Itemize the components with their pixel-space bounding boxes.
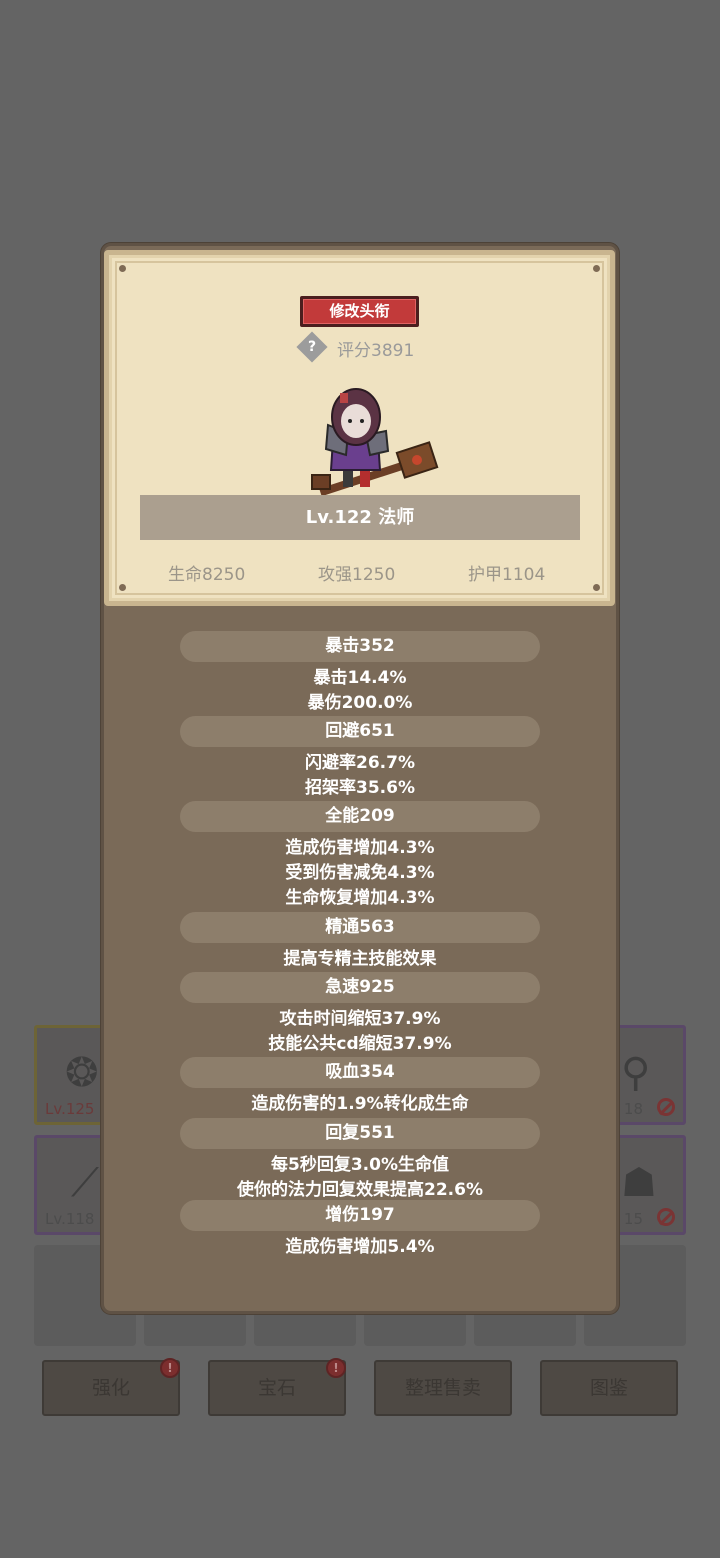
attr-line: 受到伤害减免4.3%: [285, 863, 435, 883]
help-icon[interactable]: ?: [296, 331, 328, 363]
staff-icon: ⟋: [71, 1160, 99, 1206]
attr-line: 造成伤害的1.9%转化成生命: [251, 1094, 469, 1114]
attr-versatility-head: 全能209: [180, 801, 540, 832]
mace-icon: ⚲: [621, 1050, 651, 1096]
attr-line: 每5秒回复3.0%生命值: [271, 1155, 449, 1175]
attr-crit-head: 暴击352: [180, 631, 540, 662]
armor-stat: 护甲1104: [468, 565, 546, 585]
gem-label: 宝石: [257, 1377, 296, 1399]
enhance-button[interactable]: 强化 !: [42, 1358, 180, 1416]
gem-button[interactable]: 宝石 !: [208, 1358, 346, 1416]
enhance-label: 强化: [91, 1377, 130, 1399]
attr-line: 闪避率26.7%: [305, 753, 415, 773]
rivet: [119, 584, 126, 591]
attr-line: 提高专精主技能效果: [283, 949, 437, 969]
attack-stat: 攻强1250: [318, 565, 396, 585]
attr-line: 暴击14.4%: [313, 668, 407, 688]
rivet: [593, 265, 600, 272]
level-class-banner: Lv.122 法师: [140, 495, 580, 540]
attr-avoid-head: 回避651: [180, 716, 540, 747]
attr-line: 使你的法力回复效果提高22.6%: [237, 1180, 483, 1200]
sort-sell-button[interactable]: 整理售卖: [374, 1360, 512, 1416]
locked-icon: [657, 1098, 675, 1116]
attr-line: 造成伤害增加4.3%: [285, 838, 435, 858]
locked-icon: [657, 1208, 675, 1226]
codex-button[interactable]: 图鉴: [540, 1360, 678, 1416]
attr-lifesteal-head: 吸血354: [180, 1057, 540, 1088]
slot-level: Lv.125: [45, 1100, 95, 1118]
slot-level: 15: [623, 1210, 643, 1228]
slot-level: 18: [623, 1100, 643, 1118]
attr-line: 技能公共cd缩短37.9%: [268, 1034, 452, 1054]
attr-damage-bonus-head: 增伤197: [180, 1200, 540, 1231]
score-text: 评分3891: [337, 341, 415, 361]
notification-icon: !: [160, 1358, 180, 1378]
attr-haste-head: 急速925: [180, 972, 540, 1003]
armor-icon: ❂: [65, 1050, 99, 1096]
rivet: [119, 265, 126, 272]
help-glyph: ?: [307, 339, 317, 355]
mage-character-sprite: [311, 388, 439, 497]
attr-line: 招架率35.6%: [305, 778, 415, 798]
sort-sell-label: 整理售卖: [404, 1377, 481, 1399]
rivet: [593, 584, 600, 591]
hp-stat: 生命8250: [168, 565, 246, 585]
slot-level: Lv.118: [45, 1210, 95, 1228]
attr-regen-head: 回复551: [180, 1118, 540, 1149]
attr-line: 暴伤200.0%: [307, 693, 413, 713]
attr-mastery-head: 精通563: [180, 912, 540, 943]
attr-line: 造成伤害增加5.4%: [285, 1237, 435, 1257]
notification-icon: !: [326, 1358, 346, 1378]
attr-line: 生命恢复增加4.3%: [285, 888, 435, 908]
attr-line: 攻击时间缩短37.9%: [279, 1009, 441, 1029]
codex-label: 图鉴: [589, 1377, 628, 1399]
pouch-icon: ☗: [621, 1160, 657, 1206]
edit-title-button[interactable]: 修改头衔: [300, 296, 419, 327]
